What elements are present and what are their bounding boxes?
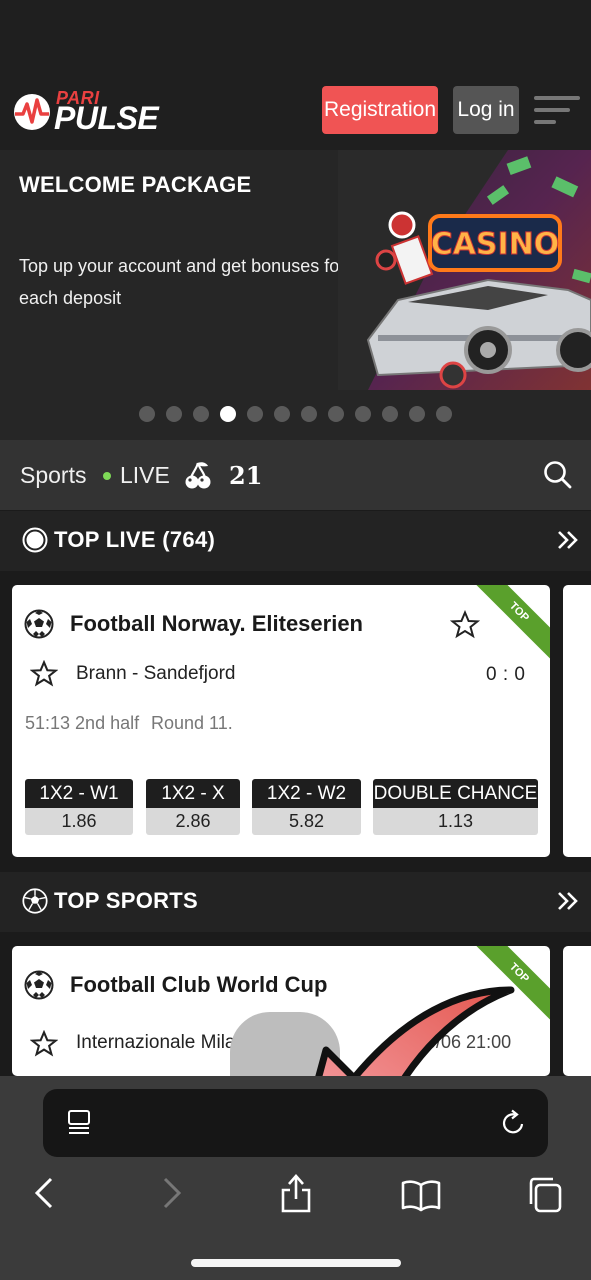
odds-label: DOUBLE CHANCE — [373, 779, 538, 808]
share-icon[interactable] — [280, 1172, 312, 1214]
banner-title: WELCOME PACKAGE — [19, 172, 252, 197]
top-live-title: TOP LIVE (764) — [54, 527, 216, 552]
odds-button-w1[interactable]: 1X2 - W1 1.86 — [25, 779, 133, 837]
nav-21-game[interactable]: 21 — [229, 461, 262, 490]
logo[interactable]: PARI PULSE — [12, 88, 172, 136]
live-circle-icon — [22, 527, 48, 553]
top-live-header[interactable]: TOP LIVE (764) — [0, 511, 591, 571]
svg-text:CASINO: CASINO — [431, 227, 560, 262]
odds-value: 1.13 — [373, 808, 538, 835]
carousel-dot[interactable] — [382, 406, 398, 422]
league-name: Football Club World Cup — [70, 972, 328, 997]
football-outline-icon — [22, 888, 48, 914]
star-icon[interactable] — [450, 610, 480, 640]
browser-toolbar — [0, 1076, 591, 1280]
promo-banner[interactable]: WELCOME PACKAGE Top up your account and … — [0, 150, 591, 440]
match-round: Round 11. — [151, 713, 233, 733]
live-match-card[interactable]: Football Norway. Eliteserien TOP Brann -… — [12, 585, 550, 857]
logo-pulse-text: PULSE — [54, 100, 159, 136]
bookmarks-icon[interactable] — [401, 1178, 441, 1212]
match-teams[interactable]: Brann - Sandefjord — [76, 663, 236, 685]
sports-nav: Sports LIVE 21 — [0, 440, 591, 510]
top-sports-title: TOP SPORTS — [54, 888, 199, 913]
carousel-dot[interactable] — [139, 406, 155, 422]
pulse-logo-icon — [14, 94, 50, 130]
hamburger-menu-icon[interactable] — [534, 96, 580, 126]
cherry-slots-icon[interactable] — [184, 460, 212, 490]
carousel-dot[interactable] — [328, 406, 344, 422]
double-chevron-right-icon[interactable] — [556, 529, 580, 551]
odds-value: 1.86 — [25, 808, 133, 835]
login-button[interactable]: Log in — [453, 86, 519, 134]
site-header: PARI PULSE Registration Log in — [0, 70, 591, 150]
registration-button[interactable]: Registration — [322, 86, 438, 134]
banner-text: Top up your account and get bonuses for … — [19, 256, 346, 308]
football-icon — [24, 970, 54, 1000]
live-dot-icon — [103, 471, 111, 480]
next-sports-card-peek[interactable] — [563, 946, 591, 1076]
carousel-dot[interactable] — [274, 406, 290, 422]
odds-button-x[interactable]: 1X2 - X 2.86 — [146, 779, 240, 837]
page-menu-icon[interactable] — [67, 1109, 93, 1137]
nav-live-label: LIVE — [120, 462, 170, 488]
nav-sports[interactable]: Sports — [20, 462, 86, 489]
address-bar[interactable] — [43, 1089, 548, 1157]
top-ribbon: TOP — [465, 946, 550, 1027]
carousel-dot[interactable] — [409, 406, 425, 422]
top-sports-header[interactable]: TOP SPORTS — [0, 872, 591, 932]
search-icon[interactable] — [543, 460, 573, 490]
back-icon[interactable] — [32, 1174, 56, 1212]
tabs-icon[interactable] — [527, 1176, 563, 1214]
status-bar — [0, 0, 591, 70]
home-indicator[interactable] — [191, 1259, 401, 1267]
match-star-icon[interactable] — [30, 1030, 58, 1058]
odds-label: 1X2 - W1 — [25, 779, 133, 808]
carousel-dot[interactable] — [166, 406, 182, 422]
match-score: 0 : 0 — [486, 664, 526, 685]
match-time: 51:13 2nd half — [25, 713, 140, 733]
match-star-icon[interactable] — [30, 660, 58, 688]
league-name: Football Norway. Eliteserien — [70, 611, 363, 636]
carousel-dot[interactable] — [301, 406, 317, 422]
odds-button-double-chance[interactable]: DOUBLE CHANCE 1.13 — [373, 779, 538, 837]
floating-widget-fragment — [230, 1012, 340, 1076]
carousel-dots — [0, 406, 591, 424]
odds-button-w2[interactable]: 1X2 - W2 5.82 — [252, 779, 361, 837]
odds-value: 5.82 — [252, 808, 361, 835]
carousel-dot[interactable] — [220, 406, 236, 422]
forward-icon[interactable] — [160, 1174, 184, 1212]
odds-label: 1X2 - X — [146, 779, 240, 808]
carousel-dot[interactable] — [355, 406, 371, 422]
odds-value: 2.86 — [146, 808, 240, 835]
match-datetime: 30/06 21:00 — [416, 1032, 512, 1052]
casino-car-illustration: CASINO — [338, 150, 591, 390]
nav-live[interactable]: LIVE — [103, 462, 170, 489]
reload-icon[interactable] — [501, 1109, 527, 1137]
next-live-card-peek[interactable] — [563, 585, 591, 857]
carousel-dot[interactable] — [436, 406, 452, 422]
football-icon — [24, 609, 54, 639]
carousel-dot[interactable] — [193, 406, 209, 422]
odds-label: 1X2 - W2 — [252, 779, 361, 808]
carousel-dot[interactable] — [247, 406, 263, 422]
double-chevron-right-icon[interactable] — [556, 890, 580, 912]
